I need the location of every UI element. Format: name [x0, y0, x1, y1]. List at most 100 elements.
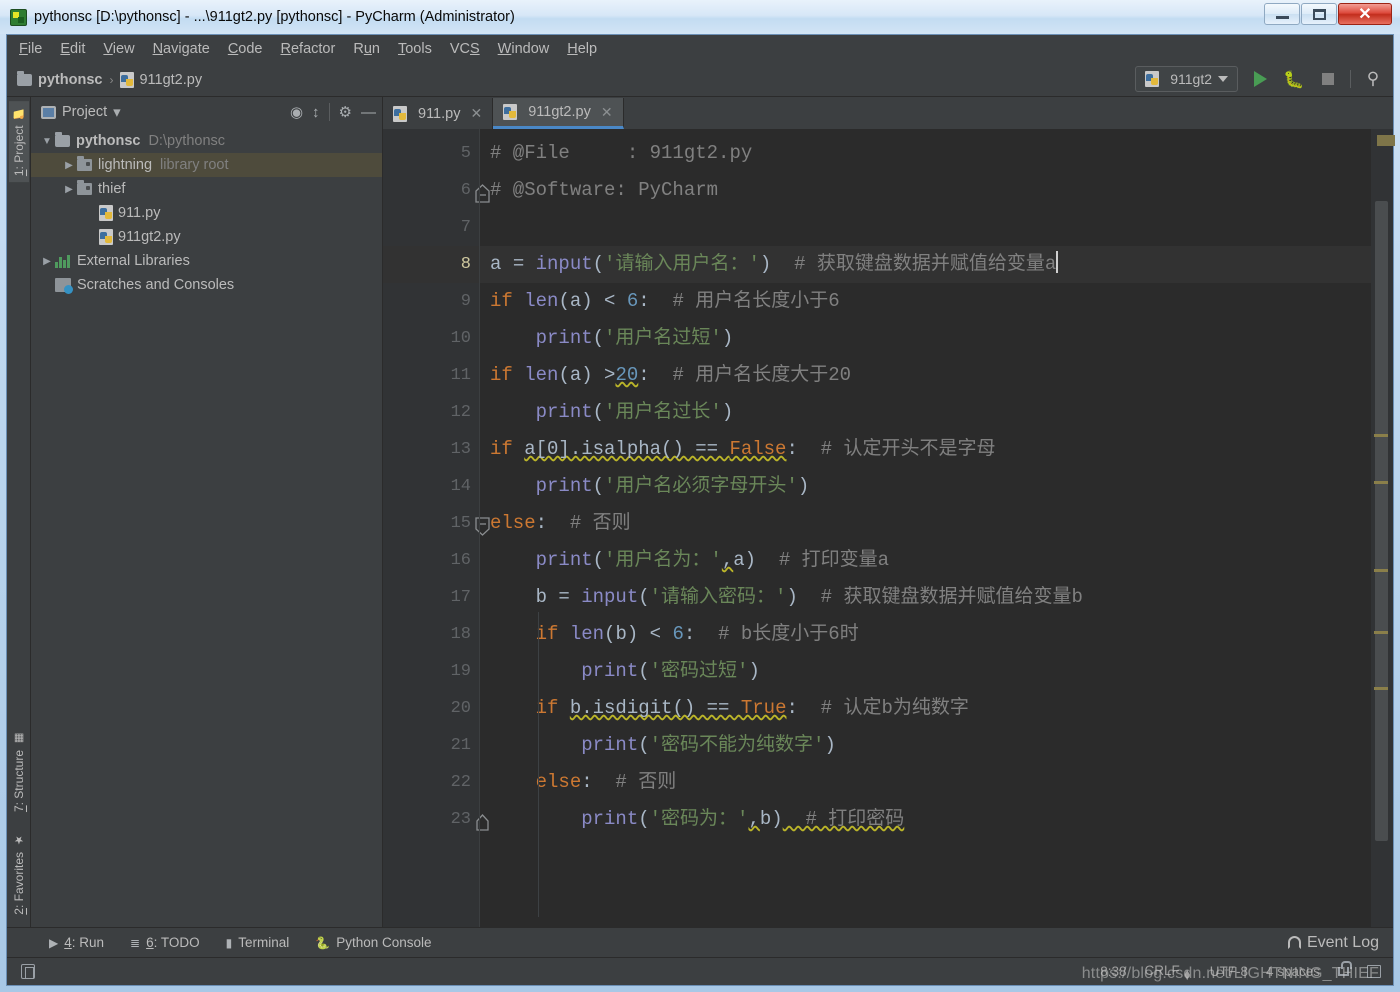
line-number[interactable]: 5: [383, 135, 479, 172]
line-number[interactable]: 6: [383, 172, 490, 209]
bottom-item-python-console[interactable]: 🐍 Python Console: [315, 935, 431, 950]
menu-navigate[interactable]: Navigate: [153, 41, 210, 57]
line-number[interactable]: 9: [383, 283, 479, 320]
caret-position[interactable]: 8:38: [1100, 964, 1126, 979]
tree-item-911gt2-py[interactable]: 911gt2.py: [31, 225, 382, 249]
event-log-button[interactable]: Event Log: [1287, 934, 1379, 952]
code-line[interactable]: print('用户名过长'): [480, 394, 1371, 431]
line-number[interactable]: 8: [383, 246, 479, 283]
code-line[interactable]: if b.isdigit() == True: # 认定b为纯数字: [480, 690, 1371, 727]
run-button[interactable]: [1248, 67, 1272, 91]
tree-item-thief[interactable]: thief: [31, 177, 382, 201]
menu-run[interactable]: Run: [353, 41, 380, 57]
line-number[interactable]: 16: [383, 542, 479, 579]
editor-tab-911-py[interactable]: 911.py ✕: [383, 98, 494, 129]
warning-marker[interactable]: [1374, 434, 1388, 437]
bottom-item-terminal[interactable]: ▮ Terminal: [226, 935, 290, 950]
code-editor[interactable]: 5 6 7 8 9 10 11 12 13 14 15 16 17 18 19 20 21 22 23 # @Fil…: [383, 129, 1395, 927]
tree-item-external-libraries[interactable]: External Libraries: [31, 249, 382, 273]
code-line[interactable]: # @File : 911gt2.py: [480, 135, 1371, 172]
menu-file[interactable]: File: [19, 41, 42, 57]
code-line[interactable]: print('用户名必须字母开头'): [480, 468, 1371, 505]
tree-item-lightning[interactable]: lightning library root: [31, 153, 382, 177]
minimize-button[interactable]: [1264, 3, 1300, 25]
bottom-item-run[interactable]: ▶ 4: Run: [49, 935, 104, 950]
line-number[interactable]: 12: [383, 394, 479, 431]
code-line[interactable]: print('用户名为：',a) # 打印变量a: [480, 542, 1371, 579]
warning-marker[interactable]: [1374, 569, 1388, 572]
project-tree[interactable]: pythonsc D:\pythonsc lightning library root…: [31, 127, 382, 927]
line-number[interactable]: 7: [383, 209, 479, 246]
warning-marker[interactable]: [1374, 481, 1388, 484]
indent-setting[interactable]: 4 spaces: [1266, 964, 1320, 979]
line-number[interactable]: 18: [383, 616, 479, 653]
code-line[interactable]: if a[0].isalpha() == False: # 认定开头不是字母: [480, 431, 1371, 468]
inspection-status-marker[interactable]: [1377, 135, 1395, 146]
close-button[interactable]: ✕: [1338, 3, 1392, 25]
search-everywhere-button[interactable]: ⚲: [1361, 67, 1385, 91]
line-number[interactable]: 13: [383, 431, 479, 468]
line-number[interactable]: 23: [383, 801, 489, 838]
menu-vcs[interactable]: VCS: [450, 41, 480, 57]
chevron-down-icon[interactable]: ▾: [113, 105, 121, 120]
code-line[interactable]: else: # 否则: [480, 505, 1371, 542]
sidebar-item-favorites[interactable]: 2: Favorites ★: [9, 828, 29, 921]
editor-marker-bar[interactable]: [1371, 129, 1395, 927]
run-configuration-selector[interactable]: 911gt2: [1135, 66, 1238, 92]
maximize-button[interactable]: [1301, 3, 1337, 25]
editor-gutter[interactable]: 5 6 7 8 9 10 11 12 13 14 15 16 17 18 19 20 21 22 23: [383, 129, 490, 927]
editor-tab-911gt2-py[interactable]: 911gt2.py ✕: [493, 98, 624, 129]
code-line[interactable]: print('密码不能为纯数字'): [480, 727, 1371, 764]
menu-help[interactable]: Help: [567, 41, 597, 57]
debug-button[interactable]: 🐛: [1282, 67, 1306, 91]
settings-gear-icon[interactable]: ⚙: [339, 105, 352, 120]
tree-item-scratches-and-consoles[interactable]: Scratches and Consoles: [31, 273, 382, 297]
file-encoding[interactable]: UTF-8: [1210, 964, 1248, 979]
breadcrumb-file[interactable]: 911gt2.py: [120, 71, 202, 88]
code-line[interactable]: print('密码过短'): [480, 653, 1371, 690]
line-separator[interactable]: CRLF ▲ ▼: [1145, 963, 1192, 982]
tree-expand-arrow-icon[interactable]: [39, 256, 55, 267]
line-number[interactable]: 19: [383, 653, 479, 690]
line-number[interactable]: 15: [383, 505, 490, 542]
window-controls[interactable]: ✕: [1263, 3, 1392, 25]
lock-icon[interactable]: [1338, 961, 1352, 976]
line-number[interactable]: 17: [383, 579, 479, 616]
editor-code[interactable]: # @File : 911gt2.py # @Software: PyCharm a…: [479, 129, 1371, 927]
warning-marker[interactable]: [1374, 687, 1388, 690]
close-icon[interactable]: ✕: [470, 105, 482, 122]
code-line[interactable]: a = input('请输入用户名：') # 获取键盘数据并赋值给变量a: [480, 246, 1371, 283]
warning-marker[interactable]: [1374, 631, 1388, 634]
menu-refactor[interactable]: Refactor: [281, 41, 336, 57]
line-number[interactable]: 14: [383, 468, 479, 505]
code-line[interactable]: if len(a) < 6: # 用户名长度小于6: [480, 283, 1371, 320]
breadcrumb-project[interactable]: pythonsc: [17, 70, 102, 88]
stop-button[interactable]: [1316, 67, 1340, 91]
close-icon[interactable]: ✕: [601, 104, 613, 121]
code-line[interactable]: b = input('请输入密码：') # 获取键盘数据并赋值给变量b: [480, 579, 1371, 616]
line-number[interactable]: 22: [383, 764, 479, 801]
code-line[interactable]: if len(b) < 6: # b长度小于6时: [480, 616, 1371, 653]
menu-window[interactable]: Window: [498, 41, 550, 57]
code-line[interactable]: print('用户名过短'): [480, 320, 1371, 357]
minimize-icon[interactable]: —: [361, 105, 376, 120]
menu-edit[interactable]: Edit: [60, 41, 85, 57]
tree-item-911-py[interactable]: 911.py: [31, 201, 382, 225]
code-line[interactable]: if len(a) >20: # 用户名长度大于20: [480, 357, 1371, 394]
code-line[interactable]: else: # 否则: [480, 764, 1371, 801]
menu-tools[interactable]: Tools: [398, 41, 432, 57]
editor-tab-bar[interactable]: 911.py ✕ 911gt2.py ✕: [383, 97, 1393, 129]
locate-icon[interactable]: ◉: [290, 105, 303, 120]
editor-scrollbar-thumb[interactable]: [1375, 201, 1388, 841]
tree-expand-arrow-icon[interactable]: [61, 160, 77, 171]
tree-expand-arrow-icon[interactable]: [39, 136, 55, 147]
line-number[interactable]: 20: [383, 690, 479, 727]
hide-tool-windows-icon[interactable]: [1367, 965, 1381, 978]
line-number[interactable]: 21: [383, 727, 479, 764]
menu-code[interactable]: Code: [228, 41, 263, 57]
collapse-all-icon[interactable]: ↕: [312, 105, 320, 120]
line-number[interactable]: 10: [383, 320, 479, 357]
menu-view[interactable]: View: [103, 41, 134, 57]
tree-expand-arrow-icon[interactable]: [61, 184, 77, 195]
code-line[interactable]: print('密码为：',b) # 打印密码: [480, 801, 1371, 838]
